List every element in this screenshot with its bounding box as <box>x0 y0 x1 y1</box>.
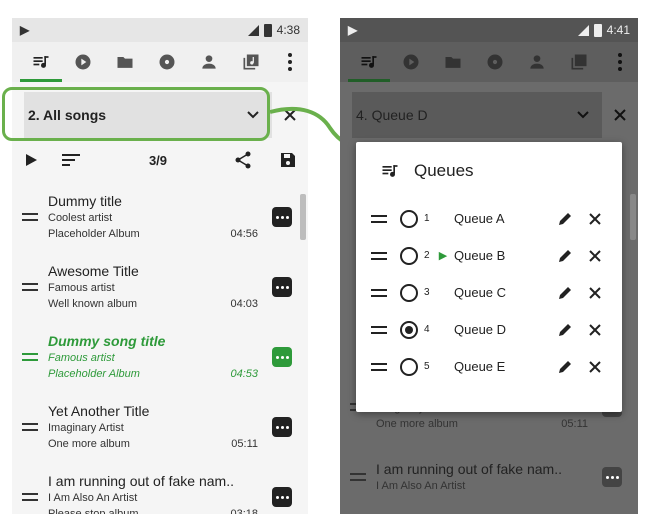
edit-icon <box>559 212 571 225</box>
delete-queue-button[interactable] <box>580 212 610 226</box>
queue-selector-label: 4. Queue D <box>356 107 428 123</box>
queue-radio[interactable] <box>400 357 418 376</box>
tab-player[interactable] <box>390 42 432 82</box>
status-time: 4:41 <box>606 23 630 37</box>
queue-name: Queue D <box>454 322 507 337</box>
edit-queue-button[interactable] <box>550 211 580 227</box>
queue-number: 4 <box>424 324 430 335</box>
close-icon <box>589 360 601 373</box>
delete-queue-button[interactable] <box>580 249 610 263</box>
queue-bar: 4. Queue D <box>340 92 638 138</box>
signal-icon <box>577 24 589 36</box>
library-music-icon <box>571 54 587 70</box>
tab-albums[interactable] <box>474 42 516 82</box>
tab-files[interactable] <box>432 42 474 82</box>
close-icon <box>589 249 601 262</box>
queue-row[interactable]: 4 Queue D <box>356 311 622 348</box>
chevron-down-icon <box>577 111 589 119</box>
queue-radio[interactable] <box>400 283 418 302</box>
queue-number: 3 <box>424 287 430 298</box>
play-circle-icon <box>403 54 419 70</box>
drag-handle-icon[interactable] <box>340 473 376 481</box>
queues-dialog: Queues 1 Queue A 2 ▶ Queue B 3 Queue C 4 Queue D… <box>356 142 622 412</box>
queue-number: 2 <box>424 250 430 261</box>
close-queue-button[interactable] <box>602 108 638 122</box>
queue-music-icon <box>382 165 398 177</box>
queue-name: Queue C <box>454 285 507 300</box>
close-icon <box>589 286 601 299</box>
dialog-title: Queues <box>414 161 474 180</box>
edit-queue-button[interactable] <box>550 322 580 338</box>
queue-number: 5 <box>424 361 430 372</box>
album-icon <box>487 54 503 70</box>
queue-radio[interactable] <box>400 209 418 228</box>
queue-row[interactable]: 5 Queue E <box>356 348 622 385</box>
edit-icon <box>559 323 571 336</box>
queue-list: 1 Queue A 2 ▶ Queue B 3 Queue C 4 Queue D 5 Queue … <box>356 200 622 385</box>
close-icon <box>589 323 601 336</box>
queue-number: 1 <box>424 213 430 224</box>
song-artist: I Am Also An Artist <box>376 480 466 492</box>
close-icon <box>614 109 626 121</box>
drag-handle-icon[interactable] <box>368 214 390 223</box>
drag-handle-icon[interactable] <box>368 362 390 371</box>
edit-queue-button[interactable] <box>550 285 580 301</box>
edit-icon <box>559 249 571 262</box>
queue-music-icon <box>361 56 377 68</box>
scrollbar[interactable] <box>630 194 636 240</box>
song-row[interactable]: I am running out of fake nam.. I Am Also … <box>340 442 638 512</box>
tab-indicator <box>348 79 390 82</box>
app-logo-icon: ▶ <box>348 23 358 37</box>
edit-icon <box>559 286 571 299</box>
queue-row[interactable]: 3 Queue C <box>356 274 622 311</box>
queue-row[interactable]: 2 ▶ Queue B <box>356 237 622 274</box>
queue-radio[interactable] <box>400 320 418 339</box>
edit-queue-button[interactable] <box>550 248 580 264</box>
more-vert-icon[interactable] <box>610 53 630 71</box>
drag-handle-icon[interactable] <box>368 251 390 260</box>
song-options-button[interactable] <box>602 467 622 487</box>
queue-name: Queue E <box>454 359 506 374</box>
song-duration: 05:11 <box>561 418 588 430</box>
delete-queue-button[interactable] <box>580 323 610 337</box>
tab-artists[interactable] <box>516 42 558 82</box>
drag-handle-icon[interactable] <box>368 325 390 334</box>
playing-indicator-icon: ▶ <box>438 250 448 262</box>
tab-bar <box>340 42 638 82</box>
queue-name: Queue B <box>454 248 506 263</box>
drag-handle-icon[interactable] <box>368 288 390 297</box>
edit-icon <box>559 360 571 373</box>
tab-queue[interactable] <box>348 42 390 82</box>
edit-queue-button[interactable] <box>550 359 580 375</box>
dialog-header: Queues <box>356 142 622 200</box>
delete-queue-button[interactable] <box>580 286 610 300</box>
battery-icon <box>593 23 602 37</box>
tab-library[interactable] <box>558 42 600 82</box>
queue-selector[interactable]: 4. Queue D <box>352 92 602 138</box>
status-bar: ▶ 4:41 <box>340 18 638 42</box>
queue-row[interactable]: 1 Queue A <box>356 200 622 237</box>
song-info: I am running out of fake nam.. I Am Also … <box>376 460 596 494</box>
queue-radio[interactable] <box>400 246 418 265</box>
close-icon <box>589 212 601 225</box>
folder-icon <box>445 57 461 68</box>
person-icon <box>530 55 544 69</box>
delete-queue-button[interactable] <box>580 360 610 374</box>
song-title: I am running out of fake nam.. <box>376 461 562 477</box>
queue-name: Queue A <box>454 211 505 226</box>
